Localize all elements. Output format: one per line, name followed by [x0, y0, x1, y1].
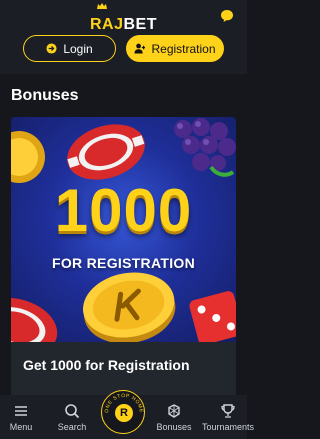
registration-button[interactable]: Registration	[126, 35, 224, 62]
login-arrow-icon	[46, 43, 57, 54]
user-icon	[134, 43, 146, 54]
nav-menu-label: Menu	[9, 422, 33, 432]
trophy-icon	[221, 404, 235, 418]
nav-tournaments-label: Tournaments	[201, 422, 255, 432]
crown-icon	[97, 3, 107, 9]
menu-icon	[15, 406, 27, 416]
nav-bonuses-label: Bonuses	[156, 422, 192, 432]
page-title: Bonuses	[11, 87, 79, 104]
nav-tournaments[interactable]: Tournaments	[200, 403, 256, 432]
banner-number: 1000	[54, 177, 193, 244]
nav-menu[interactable]: Menu	[0, 403, 45, 432]
nav-search[interactable]: Search	[48, 403, 96, 432]
bonus-card-title[interactable]: Get 1000 for Registration	[23, 357, 190, 373]
registration-label: Registration	[151, 41, 216, 56]
banner-subtitle: FOR REGISTRATION	[52, 255, 195, 271]
nav-search-label: Search	[57, 422, 87, 432]
login-button[interactable]: Login	[23, 35, 116, 62]
home-logo-icon: R	[115, 404, 133, 422]
search-icon	[65, 404, 80, 419]
rajbet-logo[interactable]: RAJBET	[0, 3, 247, 34]
promo-banner[interactable]: 1000 FOR REGISTRATION	[11, 117, 236, 342]
gift-icon	[168, 404, 180, 418]
logo-raj: RAJ	[89, 16, 124, 33]
logo-bet: BET	[123, 16, 157, 33]
bonus-card[interactable]: 1000 FOR REGISTRATION Get 1000 for Regis…	[11, 117, 236, 417]
nav-bonuses[interactable]: Bonuses	[150, 403, 198, 432]
top-bar: RAJBET Login Registration	[0, 0, 247, 74]
home-button[interactable]: ONE STOP HOME R	[101, 390, 145, 434]
chat-icon[interactable]	[220, 9, 234, 23]
login-label: Login	[63, 41, 93, 56]
